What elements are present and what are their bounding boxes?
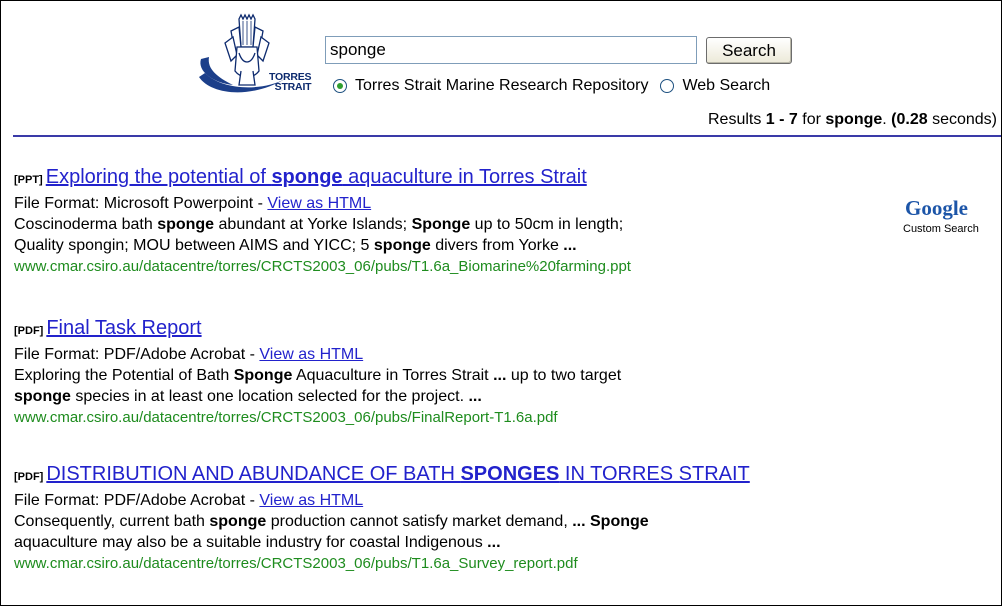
search-result: [PPT] Exploring the potential of sponge a… [14, 164, 884, 277]
result-title-line: [PPT] Exploring the potential of sponge a… [14, 164, 884, 193]
file-type-tag: [PDF] [14, 325, 44, 337]
radio-web-search-label[interactable]: Web Search [682, 77, 770, 95]
radio-repository-label[interactable]: Torres Strait Marine Research Repository [355, 77, 648, 95]
snippet-line: Consequently, current bath sponge produc… [14, 513, 649, 530]
result-title-line: [PDF] DISTRIBUTION AND ABUNDANCE OF BATH … [14, 461, 884, 490]
result-title-line: [PDF] Final Task Report [14, 315, 884, 344]
summary-dot: . [882, 111, 892, 128]
search-button[interactable]: Search [706, 37, 792, 64]
title-highlight: sponge [271, 166, 343, 188]
view-as-html-link[interactable]: View as HTML [267, 195, 371, 212]
summary-query: sponge [825, 111, 883, 128]
snippet-line: Quality spongin; MOU between AIMS and YI… [14, 237, 577, 254]
file-type-tag: [PPT] [14, 174, 43, 186]
snippet-line: Exploring the Potential of Bath Sponge A… [14, 367, 622, 384]
file-format-label: File Format: Microsoft Powerpoint - [14, 195, 268, 212]
title-part: IN TORRES STRAIT [559, 463, 750, 485]
radio-web-search[interactable] [660, 79, 675, 93]
results-page: TORRES STRAIT Search Torres Strait Marin… [0, 0, 1002, 606]
summary-seconds: seconds) [927, 111, 997, 128]
logo-line-2: STRAIT [274, 81, 312, 93]
view-as-html-link[interactable]: View as HTML [259, 492, 363, 509]
search-scope-options: Torres Strait Marine Research Repository… [333, 75, 770, 97]
logo-text: TORRES STRAIT [269, 72, 312, 93]
title-part: aquaculture in Torres Strait [342, 166, 587, 188]
summary-prefix: Results [708, 111, 766, 128]
result-url: www.cmar.csiro.au/datacentre/torres/CRCT… [14, 258, 631, 275]
title-part: Exploring the potential of [45, 166, 272, 188]
result-title-link[interactable]: Exploring the potential of sponge aquacu… [46, 166, 587, 188]
result-title-link[interactable]: DISTRIBUTION AND ABUNDANCE OF BATH SPONG… [46, 463, 749, 485]
results-summary: Results 1 - 7 for sponge. (0.28 seconds) [708, 111, 997, 129]
result-url: www.cmar.csiro.au/datacentre/torres/CRCT… [14, 409, 558, 426]
file-format-line: File Format: PDF/Adobe Acrobat - View as… [14, 344, 884, 365]
custom-search-label: Custom Search [903, 223, 979, 235]
title-highlight: SPONGES [460, 463, 560, 485]
file-format-label: File Format: PDF/Adobe Acrobat - [14, 492, 260, 509]
file-format-label: File Format: PDF/Adobe Acrobat - [14, 346, 260, 363]
summary-time: (0.28 [891, 111, 928, 128]
header-divider [13, 135, 1001, 137]
snippet-line: Coscinoderma bath sponge abundant at Yor… [14, 216, 624, 233]
snippet-line: sponge species in at least one location … [14, 388, 482, 405]
google-logo: Google [905, 196, 968, 220]
file-type-tag: [PDF] [14, 471, 44, 483]
search-result: [PDF] DISTRIBUTION AND ABUNDANCE OF BATH … [14, 461, 884, 574]
view-as-html-link[interactable]: View as HTML [259, 346, 363, 363]
file-format-line: File Format: Microsoft Powerpoint - View… [14, 193, 884, 214]
snippet-line: aquaculture may also be a suitable indus… [14, 534, 501, 551]
result-url: www.cmar.csiro.au/datacentre/torres/CRCT… [14, 555, 578, 572]
result-title-link[interactable]: Final Task Report [46, 317, 201, 339]
title-part: DISTRIBUTION AND ABUNDANCE OF BATH [46, 463, 461, 485]
summary-for: for [797, 111, 826, 128]
file-format-line: File Format: PDF/Adobe Acrobat - View as… [14, 490, 884, 511]
summary-range: 1 - 7 [765, 111, 798, 128]
radio-repository[interactable] [333, 79, 347, 93]
search-input[interactable] [325, 36, 697, 64]
search-result: [PDF] Final Task Report File Format: PDF/… [14, 315, 884, 428]
